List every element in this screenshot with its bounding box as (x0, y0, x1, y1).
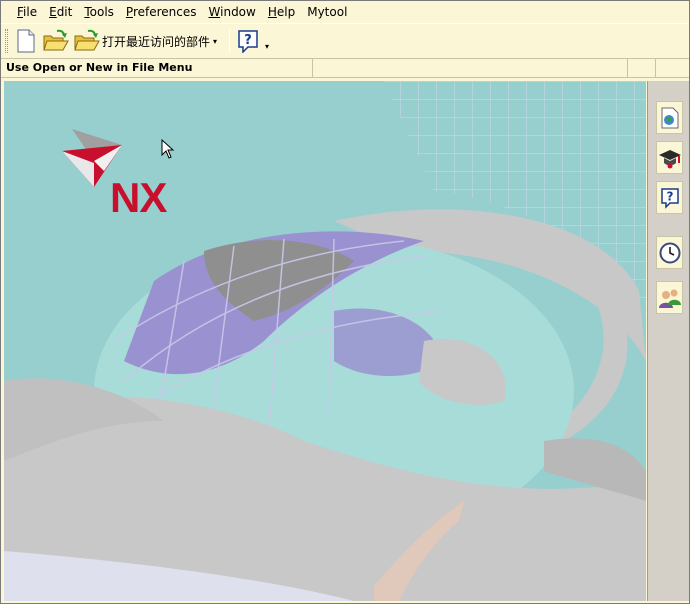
web-browser-icon (661, 107, 678, 128)
menu-edit[interactable]: Edit (43, 3, 78, 21)
cue-message: Use Open or New in File Menu (1, 59, 313, 77)
resource-web-browser[interactable] (656, 101, 683, 134)
status-cell (313, 59, 628, 77)
menu-mytool-label: Mytool (307, 5, 348, 19)
menu-tools-label: ools (89, 5, 114, 19)
toolbar-grip[interactable] (5, 29, 8, 53)
new-document-icon (17, 29, 35, 53)
toolbar-separator (229, 29, 231, 53)
new-button[interactable] (12, 27, 40, 55)
help-dropdown-icon[interactable]: ▾ (265, 42, 269, 51)
menu-preferences[interactable]: Preferences (120, 3, 203, 21)
menu-window-mnemonic: W (208, 5, 221, 19)
cue-line: Use Open or New in File Menu (1, 58, 689, 78)
menu-help-label: elp (276, 5, 296, 19)
recent-parts-label: 打开最近访问的部件 (102, 34, 211, 49)
nx-main-window: File Edit Tools Preferences Window Help … (0, 0, 690, 604)
chevron-down-icon: ▾ (213, 36, 218, 46)
menu-help[interactable]: Help (262, 3, 301, 21)
mouse-pointer-icon (161, 139, 175, 159)
resource-history[interactable] (656, 236, 683, 269)
resource-help[interactable]: ? (656, 181, 683, 214)
open-folder-icon (74, 29, 100, 51)
menu-edit-mnemonic: E (49, 5, 57, 19)
menu-preferences-mnemonic: P (125, 5, 133, 19)
history-clock-icon (659, 242, 680, 263)
status-cell (628, 59, 656, 77)
help-question-icon: ? (660, 187, 679, 209)
svg-text:?: ? (666, 189, 673, 203)
resource-bar: ? (647, 81, 689, 601)
svg-text:?: ? (244, 33, 252, 48)
open-button[interactable] (42, 27, 70, 55)
status-cell (656, 59, 686, 77)
menu-mytool[interactable]: Mytool (301, 3, 353, 21)
recent-parts-button[interactable]: 打开最近访问的部件 ▾ (72, 27, 219, 55)
help-button[interactable]: ? (234, 27, 262, 55)
nx-splash-background: NX (4, 81, 646, 601)
menu-file[interactable]: File (11, 3, 43, 21)
nx-logo-text: NX (110, 174, 167, 221)
menu-preferences-label: references (132, 5, 197, 19)
graphics-window[interactable]: NX (4, 81, 646, 601)
roles-users-icon (658, 289, 681, 308)
open-folder-icon (43, 29, 69, 51)
menu-file-label: ile (23, 5, 38, 19)
resource-training[interactable] (656, 141, 683, 174)
menu-window-label: indow (220, 5, 256, 19)
resource-roles[interactable] (656, 281, 683, 314)
menu-tools[interactable]: Tools (78, 3, 120, 21)
menu-edit-label: dit (56, 5, 73, 19)
help-question-icon: ? (238, 30, 258, 53)
training-cap-icon (658, 149, 681, 168)
menu-bar: File Edit Tools Preferences Window Help … (1, 1, 689, 23)
menu-help-mnemonic: H (267, 5, 277, 19)
standard-toolbar: 打开最近访问的部件 ▾ ? ▾ (1, 23, 689, 58)
menu-window[interactable]: Window (203, 3, 262, 21)
